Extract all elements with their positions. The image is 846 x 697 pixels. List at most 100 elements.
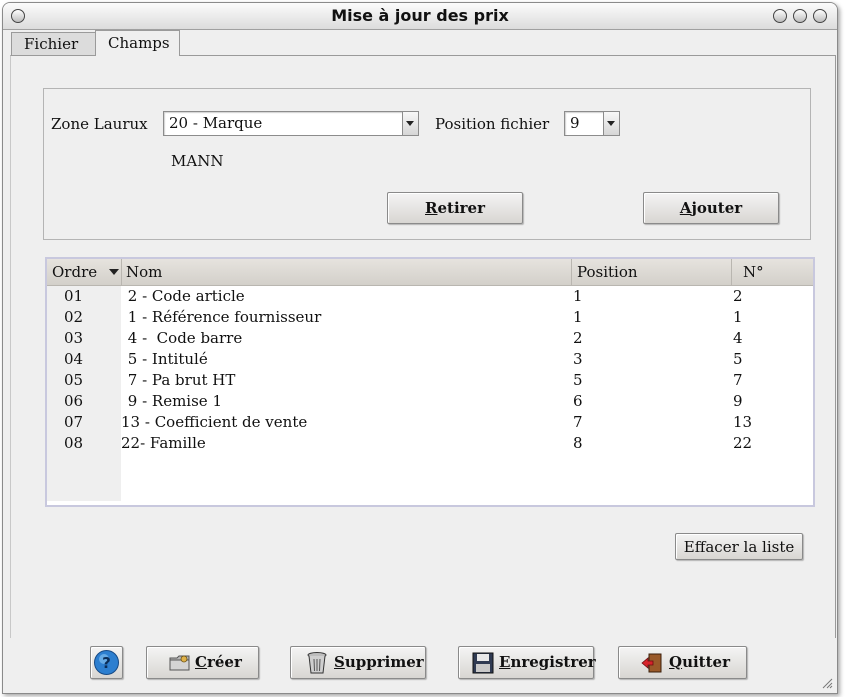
row-numero: 7 (733, 371, 743, 389)
table-row[interactable]: 06 9 - Remise 1 6 9 (47, 391, 813, 412)
supprimer-mnemonic: S (334, 653, 345, 671)
field-mapping-group: Zone Laurux 20 - Marque Position fichier… (43, 88, 811, 240)
column-position-label: Position (577, 263, 638, 281)
row-position: 1 (573, 287, 583, 305)
row-numero: 2 (733, 287, 743, 305)
row-nom: 9 - Remise 1 (123, 392, 222, 410)
table-row[interactable]: 02 1 - Référence fournisseur 1 1 (47, 307, 813, 328)
position-fichier-dropdown[interactable] (603, 112, 619, 135)
column-header-position[interactable]: Position (572, 259, 732, 285)
effacer-liste-button[interactable]: Effacer la liste (675, 533, 803, 560)
title-bar: Mise à jour des prix (3, 3, 837, 30)
resize-grip-icon[interactable] (821, 677, 833, 689)
quitter-button[interactable]: Quitter (618, 646, 747, 679)
column-nom-label: Nom (126, 263, 163, 281)
column-header-ordre[interactable]: Ordre (47, 259, 122, 285)
row-position: 5 (573, 371, 583, 389)
app-window: Mise à jour des prix Fichier Champs Zone… (2, 2, 838, 694)
row-nom: 4 - Code barre (123, 329, 243, 347)
tab-fichier[interactable]: Fichier (11, 32, 98, 55)
ajouter-button[interactable]: Ajouter (643, 192, 779, 224)
retirer-button[interactable]: Retirer (387, 192, 523, 224)
quitter-mnemonic: Q (669, 653, 683, 671)
chevron-down-icon (607, 121, 615, 126)
retirer-label: etirer (437, 199, 485, 217)
zone-laurux-select[interactable]: 20 - Marque (163, 111, 419, 136)
supprimer-label: Supprimer (334, 647, 424, 678)
row-ordre: 04 (64, 350, 84, 368)
chevron-down-icon (406, 121, 414, 126)
row-numero: 1 (733, 308, 743, 326)
row-ordre: 05 (64, 371, 84, 389)
maximize-button[interactable] (793, 9, 807, 23)
position-fichier-select[interactable]: 9 (564, 111, 620, 136)
row-position: 7 (573, 413, 583, 431)
enregistrer-button[interactable]: Enregistrer (458, 646, 596, 679)
row-position: 3 (573, 350, 583, 368)
row-ordre: 06 (64, 392, 84, 410)
table-row[interactable]: 01 2 - Code article 1 2 (47, 286, 813, 307)
column-ordre-label: Ordre (52, 263, 98, 281)
position-fichier-label: Position fichier (435, 115, 550, 133)
table-row[interactable]: 03 4 - Code barre 2 4 (47, 328, 813, 349)
ajouter-label: jouter (691, 199, 743, 217)
row-nom: 7 - Pa brut HT (123, 371, 236, 389)
zone-laurux-dropdown[interactable] (402, 112, 418, 135)
row-position: 1 (573, 308, 583, 326)
row-nom: 2 - Code article (123, 287, 245, 305)
fields-table[interactable]: Ordre Nom Position N° 01 2 - Code articl… (45, 257, 815, 507)
bottom-toolbar: ? Créer Supprimer Enregistrer Quitter (3, 638, 837, 693)
row-nom: 13 - Coefficient de vente (121, 413, 308, 431)
supprimer-button[interactable]: Supprimer (290, 646, 426, 679)
svg-text:?: ? (102, 654, 111, 672)
window-title: Mise à jour des prix (331, 6, 509, 25)
row-numero: 5 (733, 350, 743, 368)
retirer-mnemonic: R (425, 199, 438, 217)
row-ordre: 01 (64, 287, 84, 305)
row-nom: 1 - Référence fournisseur (123, 308, 322, 326)
help-icon: ? (94, 650, 119, 675)
column-numero-label: N° (743, 263, 764, 281)
folder-icon (169, 655, 190, 671)
row-nom: 22- Famille (121, 434, 206, 452)
enregistrer-text: nregistrer (510, 653, 596, 671)
row-ordre: 03 (64, 329, 84, 347)
column-header-numero[interactable]: N° (732, 259, 813, 285)
help-button[interactable]: ? (90, 646, 123, 679)
exit-door-icon (641, 653, 662, 673)
table-row[interactable]: 04 5 - Intitulé 3 5 (47, 349, 813, 370)
enregistrer-label: Enregistrer (499, 647, 596, 678)
zone-laurux-value: 20 - Marque (169, 114, 263, 132)
creer-mnemonic: C (195, 653, 207, 671)
creer-label: Créer (195, 647, 242, 678)
table-row[interactable]: 05 7 - Pa brut HT 5 7 (47, 370, 813, 391)
row-numero: 9 (733, 392, 743, 410)
row-position: 8 (573, 434, 583, 452)
trash-icon (307, 652, 327, 674)
field-preview-text: MANN (171, 152, 224, 170)
row-numero: 13 (733, 413, 753, 431)
supprimer-text: upprimer (344, 653, 424, 671)
row-numero: 22 (733, 434, 753, 452)
row-ordre: 02 (64, 308, 84, 326)
zone-laurux-label: Zone Laurux (51, 115, 148, 133)
enregistrer-mnemonic: E (499, 653, 511, 671)
row-numero: 4 (733, 329, 743, 347)
table-row[interactable]: 08 22- Famille 8 22 (47, 433, 813, 454)
creer-text: réer (206, 653, 242, 671)
column-header-nom[interactable]: Nom (122, 259, 572, 285)
creer-button[interactable]: Créer (146, 646, 259, 679)
minimize-button[interactable] (773, 9, 787, 23)
row-position: 2 (573, 329, 583, 347)
table-row[interactable]: 07 13 - Coefficient de vente 7 13 (47, 412, 813, 433)
quitter-label: Quitter (669, 647, 730, 678)
table-header: Ordre Nom Position N° (47, 259, 813, 286)
row-ordre: 08 (64, 434, 84, 452)
tab-champs[interactable]: Champs (95, 30, 180, 56)
quitter-text: uitter (682, 653, 730, 671)
row-position: 6 (573, 392, 583, 410)
floppy-disk-icon (472, 652, 494, 674)
row-nom: 5 - Intitulé (123, 350, 208, 368)
ajouter-mnemonic: A (679, 199, 692, 217)
close-button[interactable] (813, 9, 827, 23)
